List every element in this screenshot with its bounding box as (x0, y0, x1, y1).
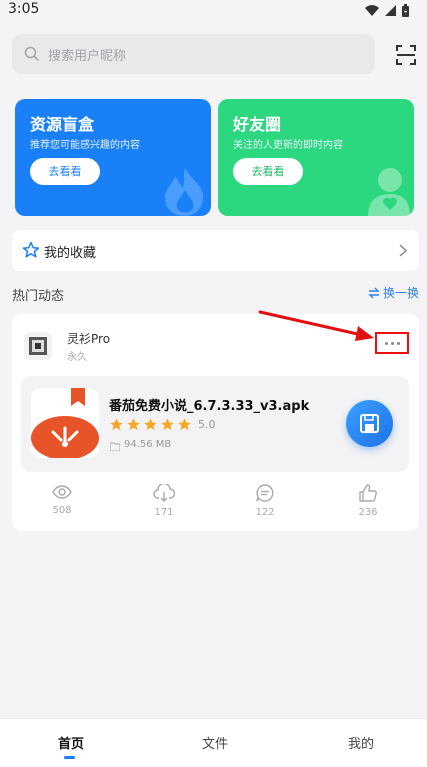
views-count: 508 (52, 505, 72, 516)
thumbs-up-icon (359, 484, 377, 502)
annotation-arrow-icon (258, 310, 374, 341)
person-heart-icon (368, 168, 410, 216)
star-icon (110, 418, 123, 431)
post-stats: 508 171 122 236 (12, 484, 419, 524)
signal-icon (385, 5, 396, 16)
search-row: 搜索用户昵称 (0, 34, 427, 74)
search-input[interactable]: 搜索用户昵称 (12, 34, 375, 74)
dot (384, 341, 388, 345)
rating-stars: 5.0 (109, 417, 216, 432)
post-card[interactable]: 灵衫Pro 永久 番茄免费小说_6.7.3.33_v3.apk 5.0 94.5… (12, 314, 419, 531)
star-icon (144, 418, 157, 431)
card-title: 好友圈 (233, 115, 282, 134)
card-title: 资源盲盒 (30, 115, 95, 134)
cloud-download-icon (153, 484, 175, 502)
nav-home[interactable]: 首页 (58, 733, 84, 752)
nav-files[interactable]: 文件 (202, 733, 228, 752)
likes-stat[interactable]: 236 (328, 484, 408, 518)
star-icon (127, 418, 140, 431)
card-subtitle: 推荐您可能感兴趣的内容 (30, 140, 140, 151)
swap-icon (368, 287, 380, 298)
go-see-button[interactable]: 去看看 (30, 158, 100, 185)
status-icons (365, 4, 409, 17)
downloads-stat[interactable]: 171 (124, 484, 204, 518)
eye-icon (52, 485, 72, 499)
resource-blindbox-card[interactable]: 资源盲盒 推荐您可能感兴趣的内容 去看看 (15, 99, 211, 216)
rating-value: 5.0 (198, 418, 216, 431)
comments-stat[interactable]: 122 (225, 484, 305, 518)
file-name: 番茄免费小说_6.7.3.33_v3.apk (109, 399, 310, 414)
bottom-nav: 首页 文件 我的 (0, 718, 427, 767)
friend-circle-card[interactable]: 好友圈 关注的人更新的即时内容 去看看 (218, 99, 414, 216)
avatar[interactable] (24, 332, 52, 360)
comment-icon (256, 484, 274, 502)
scan-button[interactable] (394, 43, 418, 67)
go-see-button[interactable]: 去看看 (233, 158, 303, 185)
chevron-right-icon (399, 244, 407, 257)
scan-icon (396, 45, 416, 65)
status-bar: 3:05 (0, 0, 427, 24)
file-card[interactable]: 番茄免费小说_6.7.3.33_v3.apk 5.0 94.56 MB (21, 376, 409, 472)
folder-icon (110, 442, 120, 451)
refresh-label: 换一换 (382, 286, 419, 300)
nav-active-indicator (64, 756, 75, 759)
wifi-icon (365, 5, 379, 16)
app-icon (31, 388, 99, 458)
status-time: 3:05 (8, 1, 40, 17)
star-icon (178, 418, 191, 431)
likes-count: 236 (358, 507, 378, 518)
comments-count: 122 (255, 507, 275, 518)
flame-icon (165, 168, 204, 216)
search-placeholder: 搜索用户昵称 (48, 49, 127, 64)
downloads-count: 171 (154, 507, 174, 518)
post-user-subtitle: 永久 (67, 352, 87, 363)
star-icon (161, 418, 174, 431)
favorites-label: 我的收藏 (44, 246, 97, 261)
views-stat[interactable]: 508 (22, 484, 102, 516)
more-options-button[interactable] (375, 332, 409, 354)
dot (390, 341, 394, 345)
dot (396, 341, 400, 345)
download-button[interactable] (346, 400, 393, 447)
star-outline-icon (22, 241, 40, 258)
my-favorites-row[interactable]: 我的收藏 (12, 230, 419, 271)
search-icon (24, 46, 39, 61)
save-icon (360, 414, 379, 433)
refresh-button[interactable]: 换一换 (368, 284, 419, 301)
card-subtitle: 关注的人更新的即时内容 (233, 140, 343, 151)
battery-icon (402, 4, 409, 17)
file-size: 94.56 MB (124, 439, 172, 450)
nav-mine[interactable]: 我的 (348, 733, 374, 752)
section-title: 热门动态 (12, 289, 65, 304)
post-username[interactable]: 灵衫Pro (67, 330, 110, 347)
